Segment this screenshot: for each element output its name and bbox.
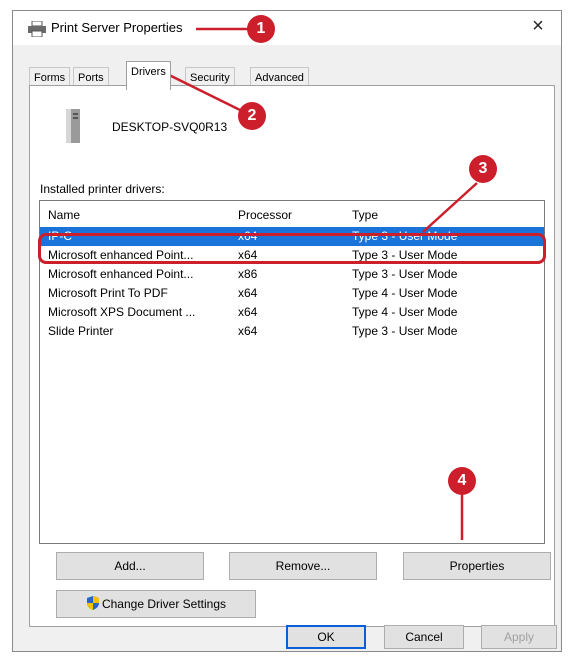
- column-type-header[interactable]: Type: [352, 208, 378, 222]
- close-button[interactable]: ×: [525, 15, 551, 38]
- printer-icon: [28, 21, 46, 37]
- callout-3: 3: [469, 155, 497, 183]
- callout-4: 4: [448, 467, 476, 495]
- installed-drivers-label: Installed printer drivers:: [40, 182, 165, 196]
- driver-processor: x64: [238, 286, 258, 300]
- driver-processor: x86: [238, 267, 258, 281]
- remove-button[interactable]: Remove...: [229, 552, 377, 580]
- server-name: DESKTOP-SVQ0R13: [112, 120, 228, 134]
- callout-2: 2: [238, 102, 266, 130]
- properties-button[interactable]: Properties: [403, 552, 551, 580]
- driver-row[interactable]: Microsoft Print To PDF x64 Type 4 - User…: [40, 284, 544, 303]
- tab-drivers[interactable]: Drivers: [126, 61, 171, 90]
- driver-row[interactable]: Microsoft enhanced Point... x86 Type 3 -…: [40, 265, 544, 284]
- uac-shield-icon: [86, 596, 99, 610]
- driver-row[interactable]: Microsoft XPS Document ... x64 Type 4 - …: [40, 303, 544, 322]
- driver-type: Type 4 - User Mode: [352, 305, 458, 319]
- print-server-properties-window: Print Server Properties × Forms Ports Dr…: [12, 10, 562, 652]
- selected-driver-highlight: [38, 233, 546, 264]
- column-name-header[interactable]: Name: [48, 208, 80, 222]
- driver-name: Microsoft Print To PDF: [48, 286, 168, 300]
- driver-processor: x64: [238, 305, 258, 319]
- driver-type: Type 4 - User Mode: [352, 286, 458, 300]
- computer-tower-icon: [66, 109, 80, 143]
- driver-name: Microsoft XPS Document ...: [48, 305, 196, 319]
- add-button[interactable]: Add...: [56, 552, 204, 580]
- cancel-button[interactable]: Cancel: [384, 625, 464, 649]
- window-title: Print Server Properties: [51, 20, 183, 35]
- driver-name: Microsoft enhanced Point...: [48, 267, 194, 281]
- list-header: Name Processor Type: [40, 201, 544, 227]
- callout-1: 1: [247, 15, 275, 43]
- driver-processor: x64: [238, 324, 258, 338]
- change-driver-settings-button[interactable]: Change Driver Settings: [56, 590, 256, 618]
- change-driver-settings-label: Change Driver Settings: [101, 597, 227, 611]
- driver-type: Type 3 - User Mode: [352, 267, 458, 281]
- title-bar: Print Server Properties ×: [13, 11, 561, 45]
- ok-button[interactable]: OK: [286, 625, 366, 649]
- driver-name: Slide Printer: [48, 324, 114, 338]
- apply-button[interactable]: Apply: [481, 625, 557, 649]
- driver-row[interactable]: Slide Printer x64 Type 3 - User Mode: [40, 322, 544, 341]
- column-processor-header[interactable]: Processor: [238, 208, 292, 222]
- driver-type: Type 3 - User Mode: [352, 324, 458, 338]
